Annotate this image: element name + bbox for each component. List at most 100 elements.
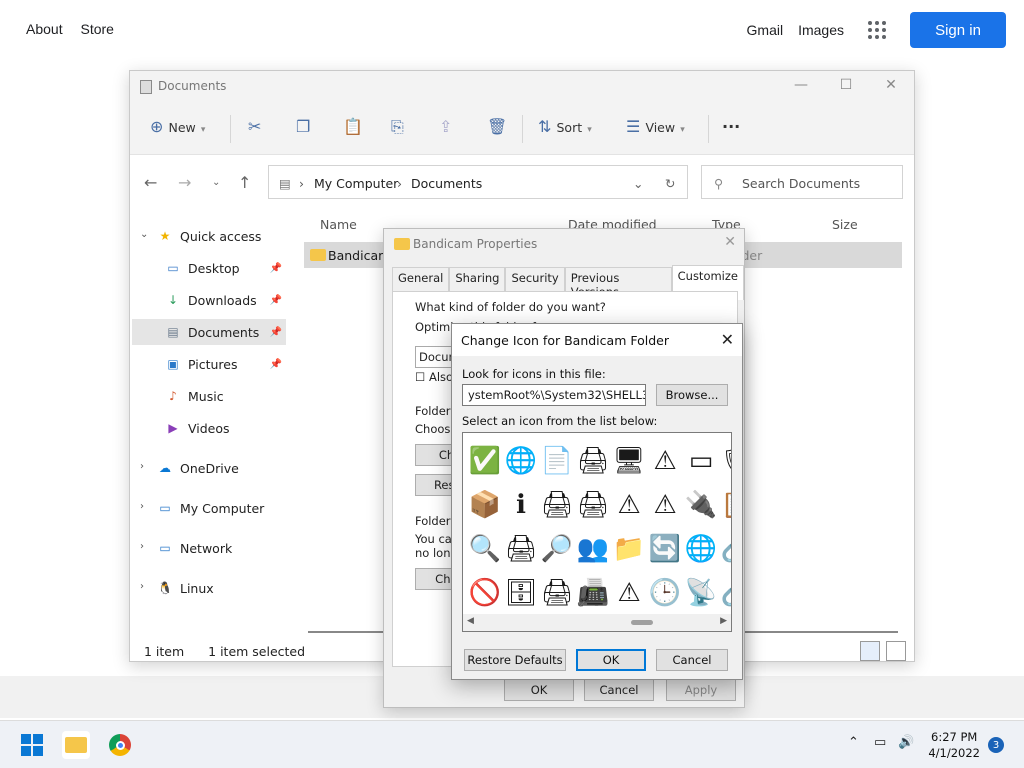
icon-option[interactable]: 🔎 [539,527,575,571]
notification-badge[interactable]: 3 [988,737,1004,753]
gmail-link[interactable]: Gmail [747,22,784,38]
start-button[interactable] [18,731,46,759]
nav-desktop[interactable]: ▭ Desktop 📌 [166,255,286,281]
rename-icon[interactable]: ⎘ [391,117,404,137]
scroll-right-icon[interactable]: ▶ [720,616,727,626]
refresh-icon[interactable]: ↻ [665,176,675,191]
icon-option[interactable]: 🗄 [503,571,539,615]
up-arrow-icon[interactable]: ↑ [238,173,251,192]
expand-chevron-icon[interactable]: › [140,461,144,472]
copy-icon[interactable]: ❐ [296,117,310,136]
breadcrumb-documents[interactable]: Documents [411,176,482,191]
icon-option[interactable]: 🖨 [539,571,575,615]
expand-chevron-icon[interactable]: › [140,501,144,512]
icon-option[interactable]: ⚠ [647,439,683,483]
expand-chevron-icon[interactable]: ⌄ [140,229,148,240]
icon-option[interactable]: 📦 [467,483,503,527]
icon-option[interactable]: 📡 [683,571,719,615]
clock[interactable]: 6:27 PM 4/1/2022 [928,729,980,761]
chevron-down-icon[interactable]: ⌄ [633,176,643,191]
icon-option[interactable]: 🔄 [647,527,683,571]
also-checkbox[interactable]: ☐ Also [415,370,453,384]
icon-file-path-input[interactable]: ystemRoot%\System32\SHELL32.dll [462,384,646,406]
browse-button[interactable]: Browse... [656,384,728,406]
tiles-view-icon[interactable] [886,641,906,661]
icon-option[interactable]: 🖨 [539,483,575,527]
icon-option[interactable]: ✅ [467,439,503,483]
icon-option[interactable]: 🚫 [467,571,503,615]
nav-videos[interactable]: ▶ Videos [166,415,286,441]
share-icon[interactable]: ⇪ [439,117,452,136]
more-options-button[interactable]: ··· [722,117,740,136]
cut-icon[interactable]: ✂ [248,117,261,136]
nav-network[interactable]: ▭ Network [158,535,286,561]
about-link[interactable]: About [26,21,63,37]
icon-option[interactable]: 🖥 [611,439,647,483]
close-button[interactable]: ✕ [876,77,906,93]
breadcrumb-my-computer[interactable]: My Computer [314,176,398,191]
close-icon[interactable]: ✕ [724,234,736,250]
new-button[interactable]: ⊕ New ▾ [150,117,205,136]
address-bar[interactable]: ▤ › My Computer › Documents ⌄ ↻ [268,165,688,199]
icon-option[interactable]: 🔍 [467,527,503,571]
nav-linux[interactable]: 🐧 Linux [158,575,286,601]
back-arrow-icon[interactable]: ← [144,173,157,192]
expand-chevron-icon[interactable]: › [140,541,144,552]
apply-button[interactable]: Apply [666,679,736,701]
images-link[interactable]: Images [798,22,844,38]
nav-downloads[interactable]: ↓ Downloads 📌 [166,287,286,313]
scroll-thumb[interactable] [631,620,653,625]
details-view-icon[interactable] [860,641,880,661]
nav-music[interactable]: ♪ Music [166,383,286,409]
icon-option[interactable]: 🕒 [647,571,683,615]
icon-option[interactable]: 🌐 [683,527,719,571]
apps-grid-icon[interactable] [868,21,886,39]
forward-arrow-icon[interactable]: → [178,173,191,192]
close-icon[interactable]: ✕ [721,330,734,349]
icon-option[interactable]: 🔌 [683,483,719,527]
file-explorer-taskbar-button[interactable] [62,731,90,759]
paste-icon[interactable]: 📋 [343,117,363,136]
network-status-icon[interactable]: ▭ [874,735,886,750]
nav-documents[interactable]: ▤ Documents 📌 [132,319,286,345]
chrome-taskbar-button[interactable] [106,731,134,759]
chevron-up-icon[interactable]: ⌃ [848,735,859,750]
icon-option[interactable]: 🖨 [575,483,611,527]
icon-option[interactable]: 🔗 [719,527,731,571]
view-button[interactable]: ☰ View ▾ [626,117,685,136]
icon-list[interactable]: ✅🌐📄🖨🖥⚠▭🛡📦ℹ🖨🖨⚠⚠🔌📋🔍🖨🔎👥📁🔄🌐🔗🚫🗄🖨📠⚠🕒📡🔗 ◀ ▶ [462,432,732,632]
cancel-button[interactable]: Cancel [584,679,654,701]
icon-option[interactable]: 🌐 [503,439,539,483]
nav-pictures[interactable]: ▣ Pictures 📌 [166,351,286,377]
maximize-button[interactable]: ☐ [831,77,861,93]
icon-option[interactable]: 🔗 [719,571,731,615]
expand-chevron-icon[interactable]: › [140,581,144,592]
scroll-left-icon[interactable]: ◀ [467,616,474,626]
recent-locations-icon[interactable]: ⌄ [212,177,220,188]
nav-my-computer[interactable]: ▭ My Computer [158,495,286,521]
delete-icon[interactable]: 🗑 [487,117,507,136]
icon-option[interactable]: ℹ [503,483,539,527]
icon-option[interactable]: 📋 [719,483,731,527]
column-name[interactable]: Name [320,217,357,232]
icon-option[interactable]: 📠 [575,571,611,615]
icon-option[interactable]: ⚠ [611,483,647,527]
volume-icon[interactable]: 🔊 [898,735,914,750]
nav-onedrive[interactable]: ☁ OneDrive [158,455,286,481]
icon-option[interactable]: 📄 [539,439,575,483]
store-link[interactable]: Store [80,21,113,37]
sign-in-button[interactable]: Sign in [910,12,1006,48]
icon-list-scrollbar[interactable]: ◀ ▶ [463,614,731,631]
icon-option[interactable]: ⚠ [611,571,647,615]
minimize-button[interactable]: — [786,77,816,93]
icon-option[interactable]: 👥 [575,527,611,571]
icon-option[interactable]: 🛡 [719,439,731,483]
search-box[interactable]: ⚲ Search Documents [701,165,903,199]
ok-button[interactable]: OK [504,679,574,701]
sort-button[interactable]: ⇅ Sort ▾ [538,117,592,136]
icon-option[interactable]: ▭ [683,439,719,483]
icon-option[interactable]: 🖨 [575,439,611,483]
nav-quick-access[interactable]: ★ Quick access [158,223,286,249]
column-size[interactable]: Size [832,217,858,232]
icon-option[interactable]: ⚠ [647,483,683,527]
